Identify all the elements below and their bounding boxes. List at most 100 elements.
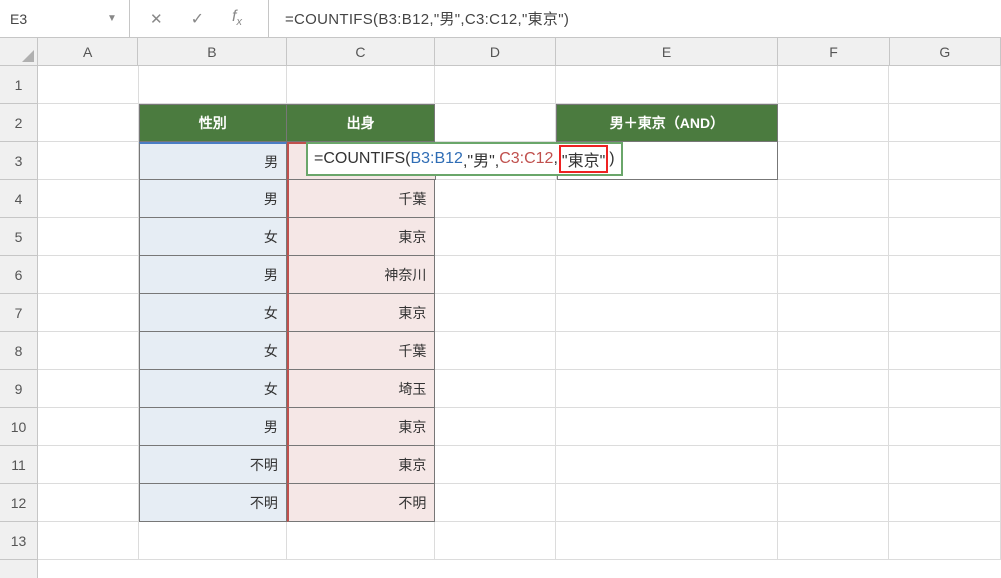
cell[interactable] [556, 370, 778, 408]
cell[interactable] [778, 484, 890, 522]
cell[interactable] [435, 408, 556, 446]
formula-edit-overlay[interactable]: =COUNTIFS(B3:B12,"男",C3:C12,"東京") [306, 142, 623, 176]
cell-B9[interactable]: 女 [139, 370, 287, 408]
chevron-down-icon[interactable]: ▼ [107, 13, 119, 24]
cell[interactable] [889, 218, 1001, 256]
header-result[interactable]: 男＋東京（AND） [556, 104, 778, 142]
cell[interactable] [778, 104, 890, 142]
row-header-11[interactable]: 11 [0, 446, 37, 484]
cell[interactable] [38, 256, 139, 294]
cell-C12[interactable]: 不明 [287, 484, 435, 522]
col-header-G[interactable]: G [890, 38, 1001, 65]
cell[interactable] [556, 294, 778, 332]
name-box[interactable]: E3 ▼ [0, 0, 130, 37]
cell[interactable] [38, 142, 139, 180]
row-header-6[interactable]: 6 [0, 256, 37, 294]
cell[interactable] [889, 484, 1001, 522]
row-header-12[interactable]: 12 [0, 484, 37, 522]
cell[interactable] [778, 370, 890, 408]
row-header-7[interactable]: 7 [0, 294, 37, 332]
cell[interactable] [38, 66, 139, 104]
row-header-10[interactable]: 10 [0, 408, 37, 446]
cell[interactable] [556, 522, 778, 560]
cell[interactable] [38, 484, 139, 522]
cell[interactable] [778, 332, 890, 370]
cell[interactable] [556, 408, 778, 446]
cell[interactable] [778, 180, 890, 218]
col-header-A[interactable]: A [38, 38, 138, 65]
spreadsheet-grid[interactable]: A B C D E F G 1 2 3 4 5 6 7 8 9 10 11 12… [0, 38, 1001, 578]
cell[interactable] [889, 66, 1001, 104]
cell[interactable] [556, 256, 778, 294]
cell[interactable] [889, 446, 1001, 484]
row-header-4[interactable]: 4 [0, 180, 37, 218]
cell[interactable] [435, 104, 556, 142]
cell[interactable] [889, 256, 1001, 294]
cell-C4[interactable]: 千葉 [287, 180, 435, 218]
cell[interactable] [556, 180, 778, 218]
cell[interactable] [778, 256, 890, 294]
cell[interactable] [435, 484, 556, 522]
cell-B3[interactable]: 男 [139, 142, 288, 180]
cell[interactable] [778, 142, 890, 180]
cell-B8[interactable]: 女 [139, 332, 287, 370]
cell-B5[interactable]: 女 [139, 218, 287, 256]
cell[interactable] [889, 522, 1001, 560]
cell[interactable] [38, 446, 139, 484]
cell[interactable] [38, 104, 139, 142]
cell[interactable] [889, 408, 1001, 446]
row-header-13[interactable]: 13 [0, 522, 37, 560]
cell[interactable] [556, 446, 778, 484]
row-header-5[interactable]: 5 [0, 218, 37, 256]
enter-icon[interactable]: ✓ [191, 9, 204, 29]
cell[interactable] [287, 522, 435, 560]
cell[interactable] [38, 408, 139, 446]
cell[interactable] [38, 370, 139, 408]
col-header-C[interactable]: C [287, 38, 435, 65]
cell[interactable] [38, 332, 139, 370]
col-header-B[interactable]: B [138, 38, 286, 65]
cell-C10[interactable]: 東京 [287, 408, 435, 446]
cell[interactable] [778, 66, 890, 104]
cell[interactable] [38, 522, 139, 560]
cell[interactable] [556, 218, 778, 256]
cell[interactable] [556, 484, 778, 522]
cell[interactable] [435, 446, 556, 484]
header-origin[interactable]: 出身 [287, 104, 435, 142]
cell[interactable] [38, 294, 139, 332]
cell-B10[interactable]: 男 [139, 408, 287, 446]
cell-B4[interactable]: 男 [139, 180, 287, 218]
cell-C5[interactable]: 東京 [287, 218, 435, 256]
row-header-9[interactable]: 9 [0, 370, 37, 408]
cell-B7[interactable]: 女 [139, 294, 287, 332]
cell[interactable] [778, 218, 890, 256]
col-header-D[interactable]: D [435, 38, 556, 65]
row-header-1[interactable]: 1 [0, 66, 37, 104]
cancel-icon[interactable]: ✕ [150, 10, 163, 28]
row-header-8[interactable]: 8 [0, 332, 37, 370]
cell[interactable] [889, 180, 1001, 218]
cell[interactable] [435, 66, 556, 104]
cell[interactable] [889, 370, 1001, 408]
cell[interactable] [889, 104, 1001, 142]
cell-C9[interactable]: 埼玉 [287, 370, 435, 408]
select-all-corner[interactable] [0, 38, 38, 66]
header-gender[interactable]: 性別 [139, 104, 287, 142]
cell[interactable] [556, 66, 778, 104]
cell-C7[interactable]: 東京 [287, 294, 435, 332]
cell[interactable] [139, 66, 287, 104]
cell-B6[interactable]: 男 [139, 256, 287, 294]
cell[interactable] [435, 370, 556, 408]
cell[interactable] [38, 218, 139, 256]
row-header-3[interactable]: 3 [0, 142, 37, 180]
cell[interactable] [435, 522, 556, 560]
cell[interactable] [778, 408, 890, 446]
formula-bar-input[interactable]: =COUNTIFS(B3:B12,"男",C3:C12,"東京") [269, 8, 1001, 29]
cell-C8[interactable]: 千葉 [287, 332, 435, 370]
cell[interactable] [778, 294, 890, 332]
cell-B11[interactable]: 不明 [139, 446, 287, 484]
cell[interactable] [778, 522, 890, 560]
col-header-E[interactable]: E [556, 38, 779, 65]
cell[interactable] [435, 218, 556, 256]
cell-C11[interactable]: 東京 [287, 446, 435, 484]
